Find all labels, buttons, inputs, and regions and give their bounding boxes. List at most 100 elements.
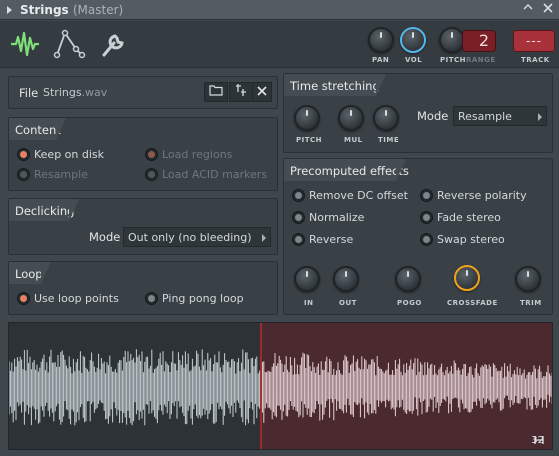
- load-acid-markers-radio[interactable]: [145, 168, 158, 181]
- trim-label: TRIM: [520, 299, 542, 307]
- declicking-mode-value: Out only (no bleeding): [128, 231, 252, 244]
- content-title: Content: [9, 118, 66, 140]
- pitch-label: PITCH: [440, 56, 467, 64]
- keep-on-disk-label: Keep on disk: [34, 148, 105, 161]
- use-loop-points-option[interactable]: Use loop points: [17, 292, 119, 305]
- swap-stereo-option[interactable]: Swap stereo: [420, 233, 505, 246]
- fade-stereo-label: Fade stereo: [437, 211, 501, 224]
- load-acid-markers-label: Load ACID markers: [162, 168, 268, 181]
- reverse-polarity-option[interactable]: Reverse polarity: [420, 189, 527, 202]
- ts-pitch-knob[interactable]: [294, 105, 320, 131]
- collapse-triangle-icon[interactable]: [7, 6, 12, 14]
- normalize-option[interactable]: Normalize: [292, 211, 364, 224]
- sample-tools-button[interactable]: [229, 82, 253, 102]
- select-arrow-icon: [262, 234, 266, 242]
- ts-pitch-label: PITCH: [296, 136, 323, 144]
- normalize-label: Normalize: [309, 211, 365, 224]
- ts-time-label: TIME: [378, 136, 400, 144]
- out-knob[interactable]: [333, 266, 359, 292]
- window-title: Strings (Master): [20, 3, 124, 17]
- remove-dc-offset-radio[interactable]: [292, 189, 305, 202]
- tab-sample-waveform-icon[interactable]: [8, 27, 42, 61]
- file-name[interactable]: Strings.wav: [43, 86, 107, 99]
- normalize-radio[interactable]: [292, 211, 305, 224]
- reverse-label: Reverse: [309, 233, 354, 246]
- ts-mode-value: Resample: [458, 110, 512, 123]
- content-panel: Content Keep on disk Resample Load regio…: [8, 117, 278, 191]
- fade-stereo-option[interactable]: Fade stereo: [420, 211, 501, 224]
- select-arrow-icon: [538, 113, 542, 121]
- keep-on-disk-radio[interactable]: [17, 148, 30, 161]
- pogo-label: POGO: [397, 299, 422, 307]
- precomputed-effects-title: Precomputed effects: [284, 159, 409, 181]
- tab-settings-wrench-icon[interactable]: [95, 27, 129, 61]
- load-regions-radio[interactable]: [145, 148, 158, 161]
- mixer-track-selector[interactable]: ---: [513, 30, 555, 52]
- reverse-polarity-radio[interactable]: [420, 189, 433, 202]
- resample-label: Resample: [34, 168, 88, 181]
- pogo-knob[interactable]: [395, 266, 421, 292]
- pan-knob[interactable]: [368, 27, 394, 53]
- reverse-polarity-label: Reverse polarity: [437, 189, 527, 202]
- keep-on-disk-option[interactable]: Keep on disk: [17, 148, 104, 161]
- open-file-button[interactable]: [204, 82, 228, 102]
- waveform-view[interactable]: 32: [8, 322, 553, 450]
- time-stretching-title: Time stretching: [284, 74, 386, 96]
- title-bar[interactable]: Strings (Master): [0, 0, 559, 20]
- reverse-radio[interactable]: [292, 233, 305, 246]
- close-window-icon[interactable]: [541, 2, 555, 16]
- time-stretching-panel: Time stretching PITCH MUL TIME Mode Resa…: [283, 73, 553, 153]
- remove-sample-button[interactable]: [252, 82, 272, 102]
- use-loop-points-radio[interactable]: [17, 292, 30, 305]
- resample-option[interactable]: Resample: [17, 168, 88, 181]
- file-label: File: [19, 86, 39, 100]
- remove-dc-offset-option[interactable]: Remove DC offset: [292, 189, 408, 202]
- waveform-pre-loop: [9, 349, 261, 426]
- resample-radio[interactable]: [17, 168, 30, 181]
- ts-mode-label: Mode: [417, 109, 449, 123]
- zoom-icon: [534, 436, 544, 444]
- pitch-range-display[interactable]: 2: [462, 30, 496, 52]
- fade-stereo-radio[interactable]: [420, 211, 433, 224]
- ping-pong-loop-radio[interactable]: [145, 292, 158, 305]
- folder-icon: [209, 85, 223, 96]
- track-label: TRACK: [521, 56, 550, 64]
- ts-mul-label: MUL: [344, 136, 363, 144]
- reverse-option[interactable]: Reverse: [292, 233, 353, 246]
- close-icon: [257, 86, 267, 96]
- use-loop-points-label: Use loop points: [34, 292, 119, 305]
- load-regions-option[interactable]: Load regions: [145, 148, 232, 161]
- tools-icon: [236, 84, 246, 96]
- volume-label: VOL: [405, 56, 423, 64]
- load-acid-markers-option[interactable]: Load ACID markers: [145, 168, 267, 181]
- remove-dc-offset-label: Remove DC offset: [309, 189, 408, 202]
- crossfade-label: CROSSFADE: [447, 299, 498, 307]
- ping-pong-loop-label: Ping pong loop: [162, 292, 244, 305]
- swap-stereo-label: Swap stereo: [437, 233, 505, 246]
- loop-panel: Loop Use loop points Ping pong loop: [8, 261, 278, 315]
- window-menu-icon[interactable]: [521, 2, 535, 16]
- range-label: RANGE: [466, 56, 496, 64]
- tab-envelope-icon[interactable]: [52, 27, 86, 61]
- in-knob[interactable]: [294, 266, 320, 292]
- out-label: OUT: [339, 299, 357, 307]
- pan-label: PAN: [372, 56, 390, 64]
- precomputed-effects-panel: Precomputed effects Remove DC offset Nor…: [283, 158, 553, 315]
- trim-knob[interactable]: [515, 266, 541, 292]
- declicking-panel: Declicking Mode Out only (no bleeding): [8, 198, 278, 255]
- loop-title: Loop: [9, 262, 51, 284]
- ts-mode-select[interactable]: Resample: [453, 106, 547, 126]
- zoom-indicator[interactable]: 32: [531, 435, 544, 446]
- declicking-title: Declicking: [9, 199, 79, 221]
- ts-time-knob[interactable]: [373, 105, 399, 131]
- in-label: IN: [304, 299, 314, 307]
- crossfade-knob[interactable]: [454, 265, 480, 291]
- volume-knob[interactable]: [400, 27, 426, 53]
- swap-stereo-radio[interactable]: [420, 233, 433, 246]
- ping-pong-loop-option[interactable]: Ping pong loop: [145, 292, 244, 305]
- ts-mul-knob[interactable]: [338, 105, 364, 131]
- declicking-mode-label: Mode: [89, 230, 121, 244]
- load-regions-label: Load regions: [162, 148, 233, 161]
- waveform-graphic[interactable]: [9, 323, 553, 450]
- declicking-mode-select[interactable]: Out only (no bleeding): [123, 227, 271, 247]
